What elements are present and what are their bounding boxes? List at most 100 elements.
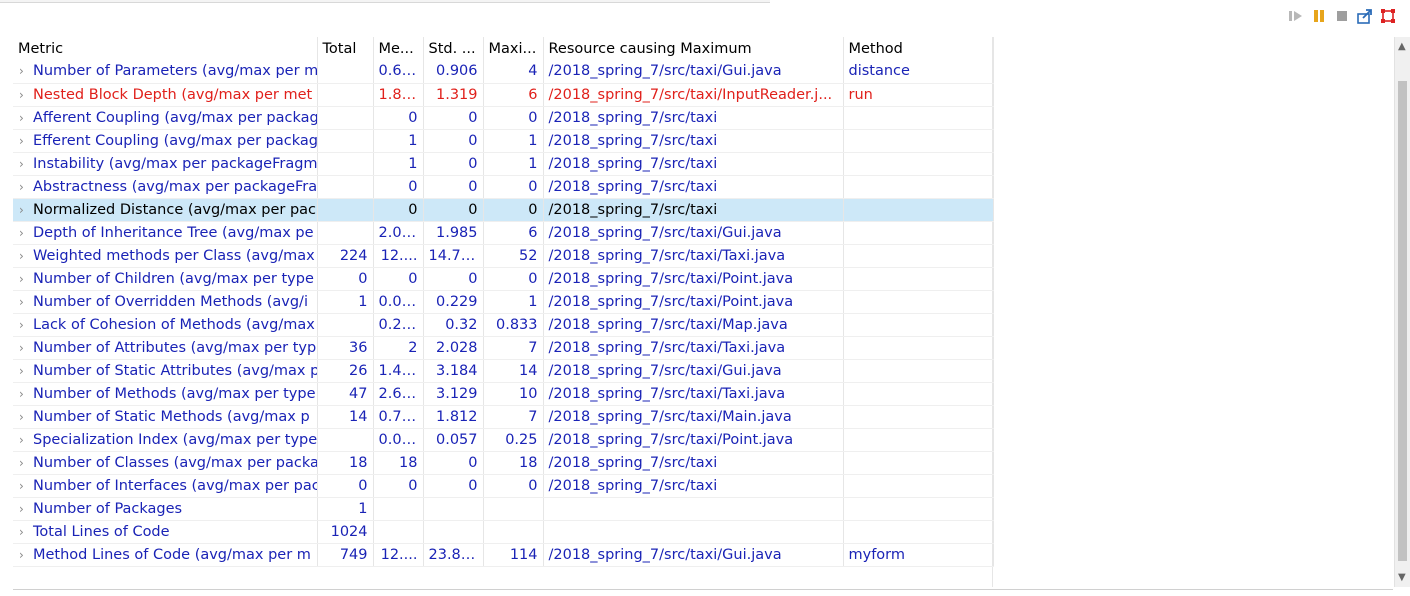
cell-method bbox=[843, 405, 994, 429]
scroll-up-icon[interactable]: ▲ bbox=[1398, 41, 1406, 52]
cell-metric: › Specialization Index (avg/max per type bbox=[13, 428, 318, 452]
vertical-scrollbar[interactable]: ▲ ▼ bbox=[1394, 37, 1410, 587]
column-header-metric[interactable]: Metric bbox=[13, 37, 318, 60]
table-row[interactable]: › Total Lines of Code 1024 bbox=[13, 520, 994, 544]
expand-chevron-icon[interactable]: › bbox=[19, 203, 33, 217]
expand-chevron-icon[interactable]: › bbox=[19, 364, 33, 378]
pause-icon[interactable] bbox=[1311, 8, 1327, 24]
metric-label: Weighted methods per Class (avg/max bbox=[33, 247, 315, 264]
expand-chevron-icon[interactable]: › bbox=[19, 226, 33, 240]
table-row[interactable]: › Number of Children (avg/max per type 0 0 0… bbox=[13, 267, 994, 291]
cell-max: 18 bbox=[483, 451, 544, 475]
cell-metric: › Number of Interfaces (avg/max per pac bbox=[13, 474, 318, 498]
expand-chevron-icon[interactable]: › bbox=[19, 64, 33, 78]
column-header-std[interactable]: Std. ... bbox=[423, 37, 484, 60]
table-row[interactable]: › Number of Overridden Methods (avg/i 1 0.0… bbox=[13, 290, 994, 314]
column-header-method[interactable]: Method bbox=[843, 37, 994, 60]
table-row[interactable]: › Lack of Cohesion of Methods (avg/max 0.2… bbox=[13, 313, 994, 337]
cell-mean: 1 bbox=[373, 152, 424, 176]
table-row[interactable]: › Weighted methods per Class (avg/max 224 1… bbox=[13, 244, 994, 268]
cell-std: 0 bbox=[423, 198, 484, 222]
cell-mean: 0 bbox=[373, 267, 424, 291]
expand-chevron-icon[interactable]: › bbox=[19, 479, 33, 493]
table-row[interactable]: › Instability (avg/max per packageFragm 1 0… bbox=[13, 152, 994, 176]
table-row[interactable]: › Number of Interfaces (avg/max per pac 0 0… bbox=[13, 474, 994, 498]
cell-total: 1 bbox=[317, 290, 374, 314]
metric-label: Lack of Cohesion of Methods (avg/max bbox=[33, 316, 315, 333]
cell-metric: › Nested Block Depth (avg/max per met bbox=[13, 83, 318, 107]
expand-chevron-icon[interactable]: › bbox=[19, 502, 33, 516]
table-row[interactable]: › Number of Methods (avg/max per type 47 2.… bbox=[13, 382, 994, 406]
cell-total: 1024 bbox=[317, 520, 374, 544]
expand-chevron-icon[interactable]: › bbox=[19, 88, 33, 102]
table-row[interactable]: › Depth of Inheritance Tree (avg/max pe 2.… bbox=[13, 221, 994, 245]
table-row[interactable]: › Number of Classes (avg/max per packa 18 1… bbox=[13, 451, 994, 475]
metric-label: Efferent Coupling (avg/max per packag bbox=[33, 132, 317, 149]
expand-chevron-icon[interactable]: › bbox=[19, 111, 33, 125]
expand-chevron-icon[interactable]: › bbox=[19, 249, 33, 263]
table-row[interactable]: › Normalized Distance (avg/max per pac 0 0 0… bbox=[13, 198, 994, 222]
scroll-down-icon[interactable]: ▼ bbox=[1398, 572, 1406, 583]
table-row[interactable]: › Number of Packages 1 bbox=[13, 497, 994, 521]
table-row[interactable]: › Nested Block Depth (avg/max per met 1.88… bbox=[13, 83, 994, 107]
cell-total bbox=[317, 152, 374, 176]
expand-chevron-icon[interactable]: › bbox=[19, 387, 33, 401]
table-row[interactable]: › Method Lines of Code (avg/max per m 749 1… bbox=[13, 543, 994, 567]
cell-mean: 1.885 bbox=[373, 83, 424, 107]
cell-metric: › Number of Parameters (avg/max per m bbox=[13, 60, 318, 84]
expand-chevron-icon[interactable]: › bbox=[19, 548, 33, 562]
expand-chevron-icon[interactable]: › bbox=[19, 157, 33, 171]
table-row[interactable]: › Abstractness (avg/max per packageFra 0 0 0… bbox=[13, 175, 994, 199]
expand-chevron-icon[interactable]: › bbox=[19, 456, 33, 470]
expand-chevron-icon[interactable]: › bbox=[19, 433, 33, 447]
column-header-resource[interactable]: Resource causing Maximum bbox=[543, 37, 844, 60]
cell-mean: 18 bbox=[373, 451, 424, 475]
table-row[interactable]: › Number of Static Methods (avg/max p 14 0.… bbox=[13, 405, 994, 429]
expand-chevron-icon[interactable]: › bbox=[19, 318, 33, 332]
cell-std: 0.906 bbox=[423, 60, 484, 84]
cell-max: 0.833 bbox=[483, 313, 544, 337]
metric-label: Nested Block Depth (avg/max per met bbox=[33, 86, 313, 103]
cell-total: 36 bbox=[317, 336, 374, 360]
metric-label: Depth of Inheritance Tree (avg/max pe bbox=[33, 224, 314, 241]
run-icon[interactable] bbox=[1288, 8, 1304, 24]
cell-max: 7 bbox=[483, 336, 544, 360]
cell-std: 0 bbox=[423, 451, 484, 475]
expand-chevron-icon[interactable]: › bbox=[19, 134, 33, 148]
metric-label: Number of Classes (avg/max per packa bbox=[33, 454, 317, 471]
cell-method bbox=[843, 244, 994, 268]
cell-max: 0 bbox=[483, 106, 544, 130]
cell-metric: › Number of Methods (avg/max per type bbox=[13, 382, 318, 406]
cell-max: 114 bbox=[483, 543, 544, 567]
cell-max: 52 bbox=[483, 244, 544, 268]
expand-chevron-icon[interactable]: › bbox=[19, 295, 33, 309]
table-row[interactable]: › Number of Attributes (avg/max per typ 36… bbox=[13, 336, 994, 360]
table-row[interactable]: › Afferent Coupling (avg/max per packag 0 0… bbox=[13, 106, 994, 130]
expand-chevron-icon[interactable]: › bbox=[19, 180, 33, 194]
expand-chevron-icon[interactable]: › bbox=[19, 525, 33, 539]
table-row[interactable]: › Number of Parameters (avg/max per m 0.63… bbox=[13, 60, 994, 84]
cell-resource: /2018_spring_7/src/taxi/InputReader.j... bbox=[543, 83, 844, 107]
expand-chevron-icon[interactable]: › bbox=[19, 272, 33, 286]
table-row[interactable]: › Specialization Index (avg/max per type 0… bbox=[13, 428, 994, 452]
cell-std: 0 bbox=[423, 267, 484, 291]
cell-method bbox=[843, 359, 994, 383]
cell-max: 0 bbox=[483, 198, 544, 222]
table-row[interactable]: › Efferent Coupling (avg/max per packag 1 0… bbox=[13, 129, 994, 153]
cell-max bbox=[483, 497, 544, 521]
column-header-total[interactable]: Total bbox=[317, 37, 374, 60]
expand-chevron-icon[interactable]: › bbox=[19, 410, 33, 424]
cell-total bbox=[317, 198, 374, 222]
metric-label: Number of Attributes (avg/max per typ bbox=[33, 339, 317, 356]
table-row[interactable]: › Number of Static Attributes (avg/max p2… bbox=[13, 359, 994, 383]
stop-icon[interactable] bbox=[1334, 8, 1350, 24]
cell-mean: 0.778 bbox=[373, 405, 424, 429]
layout-icon[interactable] bbox=[1380, 8, 1396, 24]
column-header-max[interactable]: Maxi... bbox=[483, 37, 544, 60]
column-header-mean[interactable]: Me... bbox=[373, 37, 424, 60]
expand-chevron-icon[interactable]: › bbox=[19, 341, 33, 355]
export-icon[interactable] bbox=[1357, 8, 1373, 24]
cell-method bbox=[843, 175, 994, 199]
cell-metric: › Number of Overridden Methods (avg/i bbox=[13, 290, 318, 314]
scrollbar-thumb[interactable] bbox=[1398, 81, 1407, 561]
